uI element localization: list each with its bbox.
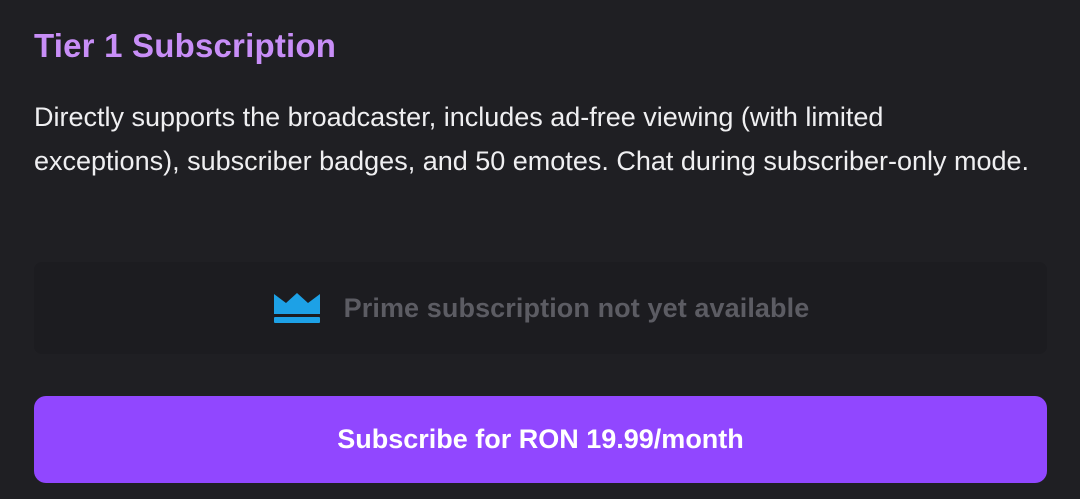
subscribe-button[interactable]: Subscribe for RON 19.99/month	[34, 396, 1047, 483]
crown-icon	[272, 292, 322, 324]
prime-status-text: Prime subscription not yet available	[343, 292, 810, 323]
tier-description: Directly supports the broadcaster, inclu…	[34, 102, 1030, 176]
prime-status-box: Prime subscription not yet available	[34, 262, 1047, 354]
tier-title: Tier 1 Subscription	[34, 27, 337, 64]
subscription-card: Tier 1 Subscription Directly supports th…	[0, 0, 1080, 499]
